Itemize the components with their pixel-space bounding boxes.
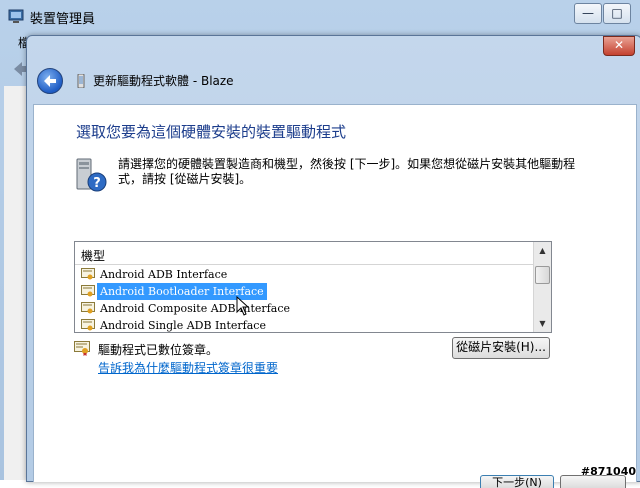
model-listbox[interactable]: 機型 Android ADB Interface Android Bootloa… [74, 241, 552, 333]
maximize-button[interactable]: □ [603, 3, 631, 24]
page-title: 選取您要為這個硬體安裝的裝置驅動程式 [76, 123, 347, 141]
scroll-thumb[interactable] [535, 266, 550, 284]
list-item-selected[interactable]: Android Bootloader Interface [75, 283, 533, 300]
back-button[interactable] [37, 68, 63, 94]
update-driver-dialog: ✕ 更新驅動程式軟體 - Blaze 選取您要為這個硬體安裝的裝置驅動程式 ? … [26, 35, 640, 488]
list-item-label: Android ADB Interface [100, 268, 228, 281]
driver-certificate-icon [81, 285, 95, 297]
driver-certificate-icon [81, 302, 95, 314]
column-header-label: 機型 [81, 249, 106, 263]
dialog-content: 選取您要為這個硬體安裝的裝置驅動程式 ? 請選擇您的硬體裝置製造商和機型，然後按… [33, 104, 637, 488]
list-item-label: Android Composite ADB Interface [100, 302, 290, 315]
dialog-title: 更新驅動程式軟體 - Blaze [93, 74, 234, 88]
scroll-down-icon[interactable]: ▼ [534, 315, 551, 332]
device-manager-title: 裝置管理員 [30, 12, 96, 27]
watermark: #871040 [580, 465, 636, 478]
hardware-help-icon: ? [76, 158, 107, 192]
driver-certificate-icon [81, 268, 95, 280]
signed-driver-icon [74, 341, 90, 356]
list-item[interactable]: Android ADB Interface [75, 266, 533, 283]
have-disk-button[interactable]: 從磁片安裝(H)... [452, 337, 550, 359]
vertical-scrollbar[interactable]: ▲ ▼ [533, 242, 551, 332]
list-item[interactable]: Android Composite ADB Interface [75, 300, 533, 317]
list-item[interactable]: Android Single ADB Interface [75, 317, 533, 332]
device-manager-titlebar[interactable]: 裝置管理員 — □ [0, 0, 640, 30]
device-manager-icon [8, 9, 24, 23]
svg-text:?: ? [93, 176, 101, 191]
next-button[interactable]: 下一步(N) [480, 475, 554, 488]
dialog-header: 更新驅動程式軟體 - Blaze [33, 58, 635, 104]
device-icon [77, 74, 85, 88]
driver-certificate-icon [81, 319, 95, 331]
scroll-up-icon[interactable]: ▲ [534, 242, 551, 259]
minimize-button[interactable]: — [574, 3, 602, 24]
column-header-model[interactable]: 機型 [75, 242, 533, 265]
instruction-text: 請選擇您的硬體裝置製造商和機型，然後按 [下一步]。如果您想從磁片安裝其他驅動程… [118, 157, 576, 186]
close-button[interactable]: ✕ [603, 36, 635, 56]
model-list: Android ADB Interface Android Bootloader… [75, 266, 533, 332]
mouse-cursor-icon [236, 296, 250, 316]
driver-signed-status: 驅動程式已數位簽章。 [98, 343, 219, 357]
list-item-label: Android Single ADB Interface [100, 319, 266, 332]
signing-info-link[interactable]: 告訴我為什麼驅動程式簽章很重要 [98, 359, 278, 376]
back-arrow-icon [44, 75, 56, 87]
